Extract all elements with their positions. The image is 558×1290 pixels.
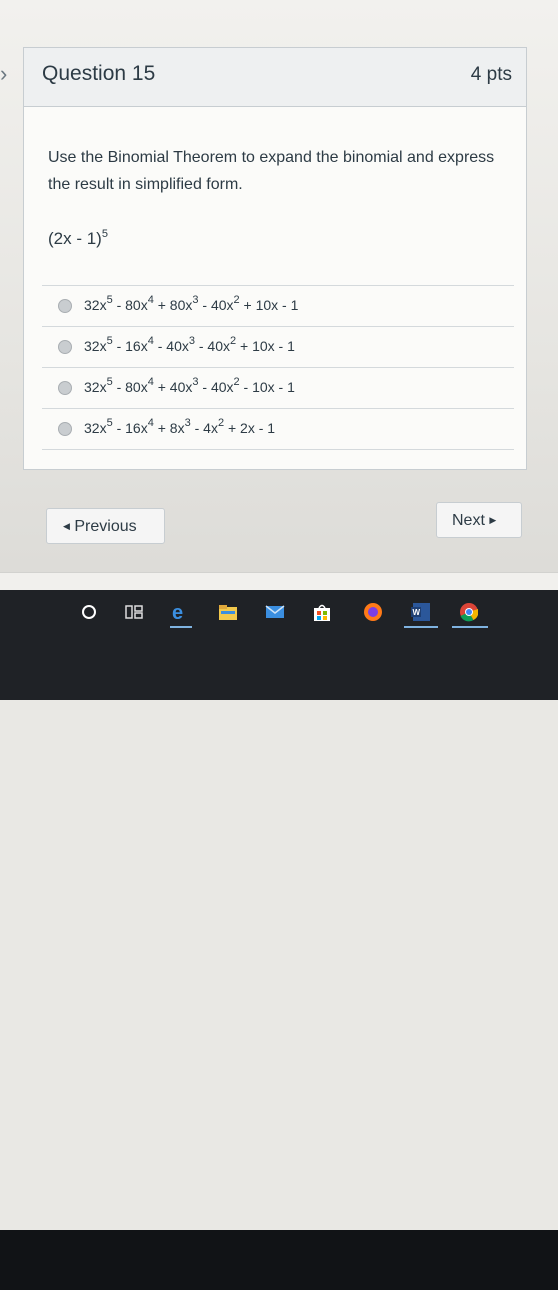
term-text: + 10x - 1 xyxy=(236,338,295,354)
word-icon[interactable]: W xyxy=(410,602,430,622)
term-text: - 10x - 1 xyxy=(239,379,295,395)
term-text: + 2x - 1 xyxy=(224,420,276,436)
store-icon[interactable] xyxy=(312,602,332,622)
radio-button[interactable] xyxy=(58,340,72,354)
word-active-indicator xyxy=(404,626,438,628)
answer-choice[interactable]: 32x5 - 16x4 - 40x3 - 40x2 + 10x - 1 xyxy=(42,326,514,367)
term-text: - 40x xyxy=(194,338,230,354)
binomial-base: (2x - 1) xyxy=(48,229,102,248)
answer-choice[interactable]: 32x5 - 80x4 + 40x3 - 40x2 - 10x - 1 xyxy=(42,367,514,408)
binomial-exponent: 5 xyxy=(101,228,108,240)
next-label: Next xyxy=(452,512,485,529)
term-text: + 8x xyxy=(153,420,185,436)
edge-icon[interactable]: e xyxy=(170,602,190,622)
term-text: 32x xyxy=(84,420,107,436)
page-footer-strip xyxy=(0,572,558,591)
term-text: + 80x xyxy=(153,297,193,313)
svg-text:W: W xyxy=(413,608,421,617)
term-text: - 16x xyxy=(112,338,148,354)
triangle-right-icon: ▶ xyxy=(489,515,497,525)
next-button[interactable]: Next ▶ xyxy=(436,502,522,538)
term-text: - 4x xyxy=(190,420,218,436)
question-card: Question 15 4 pts Use the Binomial Theor… xyxy=(23,47,527,470)
previous-label: Previous xyxy=(74,518,137,535)
file-explorer-icon[interactable] xyxy=(218,602,238,622)
chrome-icon[interactable] xyxy=(458,602,478,622)
radio-button[interactable] xyxy=(58,299,72,313)
taskbar-lower-area xyxy=(0,1230,558,1290)
previous-button[interactable]: ◀ Previous xyxy=(46,508,165,544)
answer-label: 32x5 - 80x4 + 40x3 - 40x2 - 10x - 1 xyxy=(84,377,295,396)
answer-choice[interactable]: 32x5 - 80x4 + 80x3 - 40x2 + 10x - 1 xyxy=(42,285,514,326)
mail-icon[interactable] xyxy=(265,602,285,622)
radio-button[interactable] xyxy=(58,422,72,436)
cortana-circle-icon[interactable] xyxy=(79,602,99,622)
term-text: - 80x xyxy=(112,297,148,313)
term-text: 32x xyxy=(84,379,107,395)
chevron-left-icon[interactable]: › xyxy=(0,62,12,86)
term-text: + 40x xyxy=(153,379,193,395)
question-header: Question 15 4 pts xyxy=(24,48,526,107)
svg-text:e: e xyxy=(172,602,183,622)
term-text: - 40x xyxy=(198,379,234,395)
triangle-left-icon: ◀ xyxy=(63,521,70,531)
term-text: - 40x xyxy=(153,338,189,354)
term-text: - 40x xyxy=(198,297,234,313)
answer-choice[interactable]: 32x5 - 16x4 + 8x3 - 4x2 + 2x - 1 xyxy=(42,408,514,450)
radio-button[interactable] xyxy=(58,381,72,395)
answer-choices: 32x5 - 80x4 + 80x3 - 40x2 + 10x - 1 32x5… xyxy=(42,285,514,450)
answer-label: 32x5 - 16x4 - 40x3 - 40x2 + 10x - 1 xyxy=(84,336,295,355)
binomial-expression: (2x - 1)5 xyxy=(48,229,108,249)
answer-label: 32x5 - 80x4 + 80x3 - 40x2 + 10x - 1 xyxy=(84,295,299,314)
term-text: 32x xyxy=(84,338,107,354)
term-text: - 80x xyxy=(112,379,148,395)
answer-label: 32x5 - 16x4 + 8x3 - 4x2 + 2x - 1 xyxy=(84,418,276,437)
edge-active-indicator xyxy=(170,626,192,628)
question-points: 4 pts xyxy=(470,64,512,85)
firefox-icon[interactable] xyxy=(362,602,382,622)
task-view-icon[interactable] xyxy=(124,602,144,622)
question-prompt: Use the Binomial Theorem to expand the b… xyxy=(48,149,495,193)
windows-taskbar: e W xyxy=(0,590,558,1290)
term-text: - 16x xyxy=(112,420,148,436)
term-text: 32x xyxy=(84,297,107,313)
term-text: + 10x - 1 xyxy=(239,297,299,313)
question-title: Question 15 xyxy=(42,62,156,85)
chrome-active-indicator xyxy=(452,626,488,628)
